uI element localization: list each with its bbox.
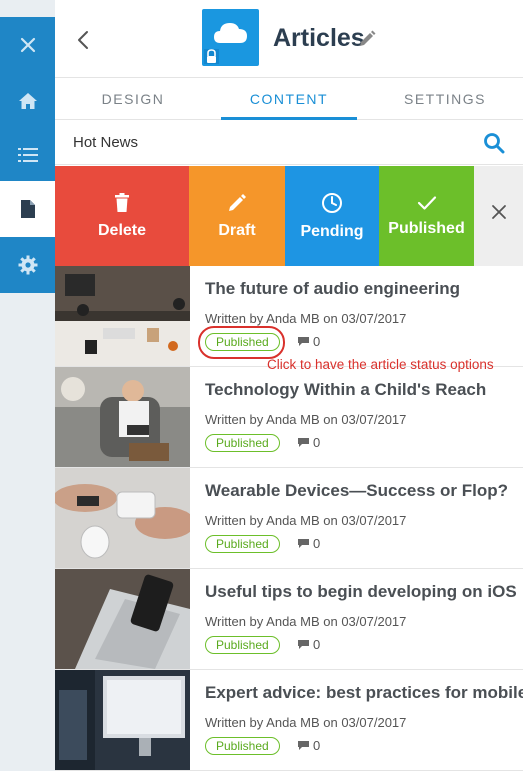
pencil-icon <box>229 193 246 211</box>
status-highlight-ring <box>198 326 285 359</box>
article-thumbnail <box>55 468 190 568</box>
tab-content[interactable]: CONTENT <box>211 79 367 120</box>
comment-icon <box>298 640 309 649</box>
article-thumbnail <box>55 367 190 467</box>
comment-count: 0 <box>297 334 320 349</box>
home-icon <box>18 93 37 109</box>
clock-icon <box>322 192 342 213</box>
comment-count: 0 <box>297 637 320 652</box>
draft-label: Draft <box>218 221 256 239</box>
article-title[interactable]: Technology Within a Child's Reach <box>205 380 523 400</box>
status-badge[interactable]: Published <box>205 636 280 654</box>
draft-button[interactable]: Draft <box>189 166 285 266</box>
page-title: Articles <box>273 24 365 52</box>
article-title[interactable]: Useful tips to begin developing on iOS <box>205 582 523 602</box>
status-action-bar: Delete Draft Pending Published <box>55 166 523 266</box>
search-button[interactable] <box>483 132 505 159</box>
tab-design[interactable]: DESIGN <box>55 79 211 119</box>
comment-icon <box>298 741 309 750</box>
delete-label: Delete <box>97 221 147 239</box>
main-panel: Articles DESIGN CONTENT SETTINGS Hot New… <box>55 0 523 771</box>
article-meta: Written by Anda MB on 03/07/2017 <box>205 513 407 528</box>
gear-icon <box>18 255 37 275</box>
rail-close-button[interactable] <box>0 17 55 73</box>
comment-count-value: 0 <box>313 435 321 450</box>
app-icon <box>202 9 259 66</box>
left-rail <box>0 0 55 771</box>
back-button[interactable] <box>71 26 95 54</box>
comment-count: 0 <box>297 536 320 551</box>
comment-icon <box>298 438 309 447</box>
chevron-left-icon <box>78 31 88 49</box>
list-icon <box>17 148 38 162</box>
trash-icon <box>115 192 129 212</box>
pending-button[interactable]: Pending <box>285 166 379 266</box>
article-meta: Written by Anda MB on 03/07/2017 <box>205 311 407 326</box>
search-input[interactable]: Hot News <box>73 134 138 151</box>
comment-icon <box>298 539 309 548</box>
list-item[interactable]: Useful tips to begin developing on iOS W… <box>55 569 523 670</box>
rail-settings-button[interactable] <box>0 237 55 293</box>
close-icon <box>491 204 506 219</box>
article-thumbnail <box>55 670 190 770</box>
comment-count-value: 0 <box>313 637 321 652</box>
cloud-lock-icon <box>204 23 247 64</box>
status-badge[interactable]: Published <box>205 535 280 553</box>
checkmark-icon <box>417 195 436 210</box>
tab-bar: DESIGN CONTENT SETTINGS <box>55 79 523 120</box>
list-item[interactable]: Wearable Devices—Success or Flop? Writte… <box>55 468 523 569</box>
published-label: Published <box>388 219 465 237</box>
status-badge[interactable]: Published <box>205 434 280 452</box>
comment-count-value: 0 <box>313 536 321 551</box>
search-icon <box>484 133 505 154</box>
pencil-icon <box>360 30 376 46</box>
annotation-hint: Click to have the article status options <box>267 357 494 372</box>
header: Articles <box>55 0 523 78</box>
rail-home-button[interactable] <box>0 73 55 129</box>
article-title[interactable]: Expert advice: best practices for mobile <box>205 683 523 703</box>
list-item[interactable]: The future of audio engineering Written … <box>55 266 523 367</box>
comment-icon <box>298 337 309 346</box>
article-meta: Written by Anda MB on 03/07/2017 <box>205 715 407 730</box>
status-badge[interactable]: Published <box>205 737 280 755</box>
edit-title-button[interactable] <box>358 30 376 53</box>
rail-list-button[interactable] <box>0 127 55 183</box>
published-button[interactable]: Published <box>379 166 474 266</box>
article-thumbnail <box>55 266 190 366</box>
search-bar: Hot News <box>55 121 523 165</box>
close-actions-button[interactable] <box>474 166 523 266</box>
list-item[interactable]: Technology Within a Child's Reach Writte… <box>55 367 523 468</box>
article-thumbnail <box>55 569 190 669</box>
comment-count: 0 <box>297 738 320 753</box>
comment-count-value: 0 <box>313 334 321 349</box>
delete-button[interactable]: Delete <box>55 166 189 266</box>
comment-count: 0 <box>297 435 320 450</box>
close-icon <box>20 37 35 53</box>
article-meta: Written by Anda MB on 03/07/2017 <box>205 412 407 427</box>
tab-settings[interactable]: SETTINGS <box>367 79 523 119</box>
document-icon <box>20 200 35 218</box>
pending-label: Pending <box>300 222 364 240</box>
list-item[interactable]: Expert advice: best practices for mobile… <box>55 670 523 771</box>
article-meta: Written by Anda MB on 03/07/2017 <box>205 614 407 629</box>
comment-count-value: 0 <box>313 738 321 753</box>
rail-content-button[interactable] <box>0 181 55 237</box>
article-title[interactable]: The future of audio engineering <box>205 279 523 299</box>
article-title[interactable]: Wearable Devices—Success or Flop? <box>205 481 523 501</box>
